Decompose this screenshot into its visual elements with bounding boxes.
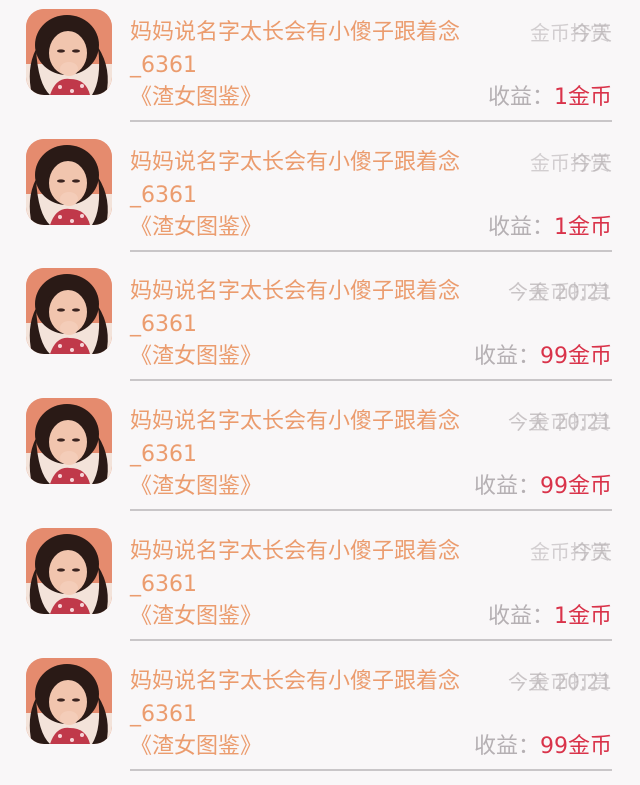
list-item[interactable]: 妈妈说名字太长会有小傻子跟着念_6361 今天 20:21 金币打赏 《渣女图鉴…	[0, 649, 640, 779]
income-line: 收益：1金币	[488, 83, 612, 113]
income-line: 收益：99金币	[474, 732, 612, 762]
income-value: 1金币	[554, 215, 612, 240]
avatar-portrait-icon	[26, 268, 112, 354]
user-name: 妈妈说名字太长会有小傻子跟着念_6361	[130, 669, 461, 727]
reward-record-list: 妈妈说名字太长会有小傻子跟着念_6361 今天 金币打赏 《渣女图鉴》 收益：1…	[0, 0, 640, 785]
income-line: 收益：1金币	[488, 602, 612, 632]
income-label: 收益：	[473, 474, 540, 499]
row-divider	[130, 250, 612, 252]
reward-time-label: 今天 20:21 金币打赏	[452, 665, 612, 701]
avatar[interactable]	[26, 9, 112, 95]
income-label: 收益：	[473, 344, 540, 369]
row-divider	[130, 769, 612, 771]
income-label: 收益：	[473, 734, 540, 759]
user-name: 妈妈说名字太长会有小傻子跟着念_6361	[130, 279, 461, 337]
reward-time-label: 今天 金币打赏	[452, 16, 612, 52]
avatar-portrait-icon	[26, 528, 112, 614]
reward-type: 金币打赏	[530, 670, 610, 694]
income-label: 收益：	[487, 215, 554, 240]
user-name: 妈妈说名字太长会有小傻子跟着念_6361	[130, 150, 461, 208]
book-title[interactable]: 《渣女图鉴》	[130, 472, 262, 502]
reward-type: 金币打赏	[530, 410, 610, 434]
income-line: 收益：99金币	[474, 342, 612, 372]
list-item[interactable]: 妈妈说名字太长会有小傻子跟着念_6361 今天 金币打赏 《渣女图鉴》 收益：1…	[0, 130, 640, 260]
income-line: 收益：99金币	[474, 472, 612, 502]
user-name: 妈妈说名字太长会有小傻子跟着念_6361	[130, 409, 461, 467]
book-title[interactable]: 《渣女图鉴》	[130, 213, 262, 243]
income-value: 99金币	[540, 734, 612, 759]
book-title[interactable]: 《渣女图鉴》	[130, 732, 262, 762]
avatar[interactable]	[26, 398, 112, 484]
list-item[interactable]: 妈妈说名字太长会有小傻子跟着念_6361 今天 20:21 金币打赏 《渣女图鉴…	[0, 259, 640, 389]
avatar-portrait-icon	[26, 9, 112, 95]
income-value: 99金币	[540, 474, 612, 499]
reward-type: 金币打赏	[530, 21, 610, 45]
reward-type: 金币打赏	[530, 280, 610, 304]
book-title[interactable]: 《渣女图鉴》	[130, 602, 262, 632]
user-name: 妈妈说名字太长会有小傻子跟着念_6361	[130, 539, 461, 597]
income-line: 收益：1金币	[488, 213, 612, 243]
income-value: 1金币	[554, 604, 612, 629]
list-item[interactable]: 妈妈说名字太长会有小傻子跟着念_6361 今天 金币打赏 《渣女图鉴》 收益：1…	[0, 519, 640, 649]
avatar[interactable]	[26, 268, 112, 354]
reward-time-label: 今天 20:21 金币打赏	[452, 275, 612, 311]
income-label: 收益：	[487, 604, 554, 629]
avatar-portrait-icon	[26, 139, 112, 225]
reward-type: 金币打赏	[530, 540, 610, 564]
avatar-portrait-icon	[26, 658, 112, 744]
row-divider	[130, 120, 612, 122]
avatar[interactable]	[26, 139, 112, 225]
reward-time-label: 今天 金币打赏	[452, 146, 612, 182]
avatar-portrait-icon	[26, 398, 112, 484]
reward-type: 金币打赏	[530, 151, 610, 175]
row-divider	[130, 639, 612, 641]
avatar[interactable]	[26, 528, 112, 614]
row-divider	[130, 509, 612, 511]
income-value: 99金币	[540, 344, 612, 369]
book-title[interactable]: 《渣女图鉴》	[130, 83, 262, 113]
income-value: 1金币	[554, 85, 612, 110]
list-item[interactable]: 妈妈说名字太长会有小傻子跟着念_6361 今天 20:21 金币打赏 《渣女图鉴…	[0, 389, 640, 519]
user-name: 妈妈说名字太长会有小傻子跟着念_6361	[130, 20, 461, 78]
row-divider	[130, 379, 612, 381]
list-item[interactable]: 妈妈说名字太长会有小傻子跟着念_6361 今天 金币打赏 《渣女图鉴》 收益：1…	[0, 0, 640, 130]
reward-time-label: 今天 金币打赏	[452, 535, 612, 571]
avatar[interactable]	[26, 658, 112, 744]
income-label: 收益：	[487, 85, 554, 110]
book-title[interactable]: 《渣女图鉴》	[130, 342, 262, 372]
reward-time-label: 今天 20:21 金币打赏	[452, 405, 612, 441]
